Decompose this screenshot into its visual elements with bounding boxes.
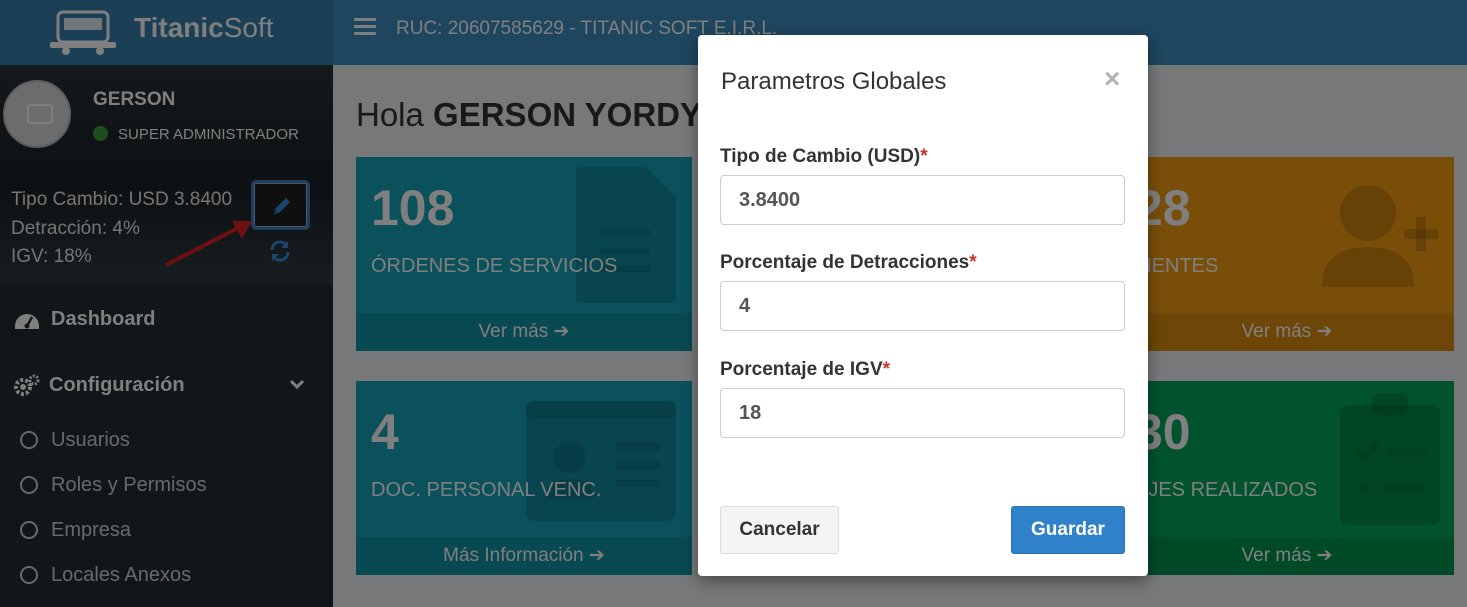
detraction-input[interactable] <box>720 281 1125 331</box>
cancel-button[interactable]: Cancelar <box>720 506 839 554</box>
igv-input[interactable] <box>720 388 1125 438</box>
exchange-rate-label: Tipo de Cambio (USD)* <box>720 146 928 167</box>
global-params-modal: Parametros Globales × Tipo de Cambio (US… <box>698 35 1148 576</box>
modal-title: Parametros Globales <box>721 68 947 95</box>
igv-label: Porcentaje de IGV* <box>720 359 891 380</box>
close-icon[interactable]: × <box>1104 63 1120 95</box>
detraction-label: Porcentaje de Detracciones* <box>720 252 977 273</box>
exchange-rate-input[interactable] <box>720 175 1125 225</box>
save-button[interactable]: Guardar <box>1011 506 1125 554</box>
